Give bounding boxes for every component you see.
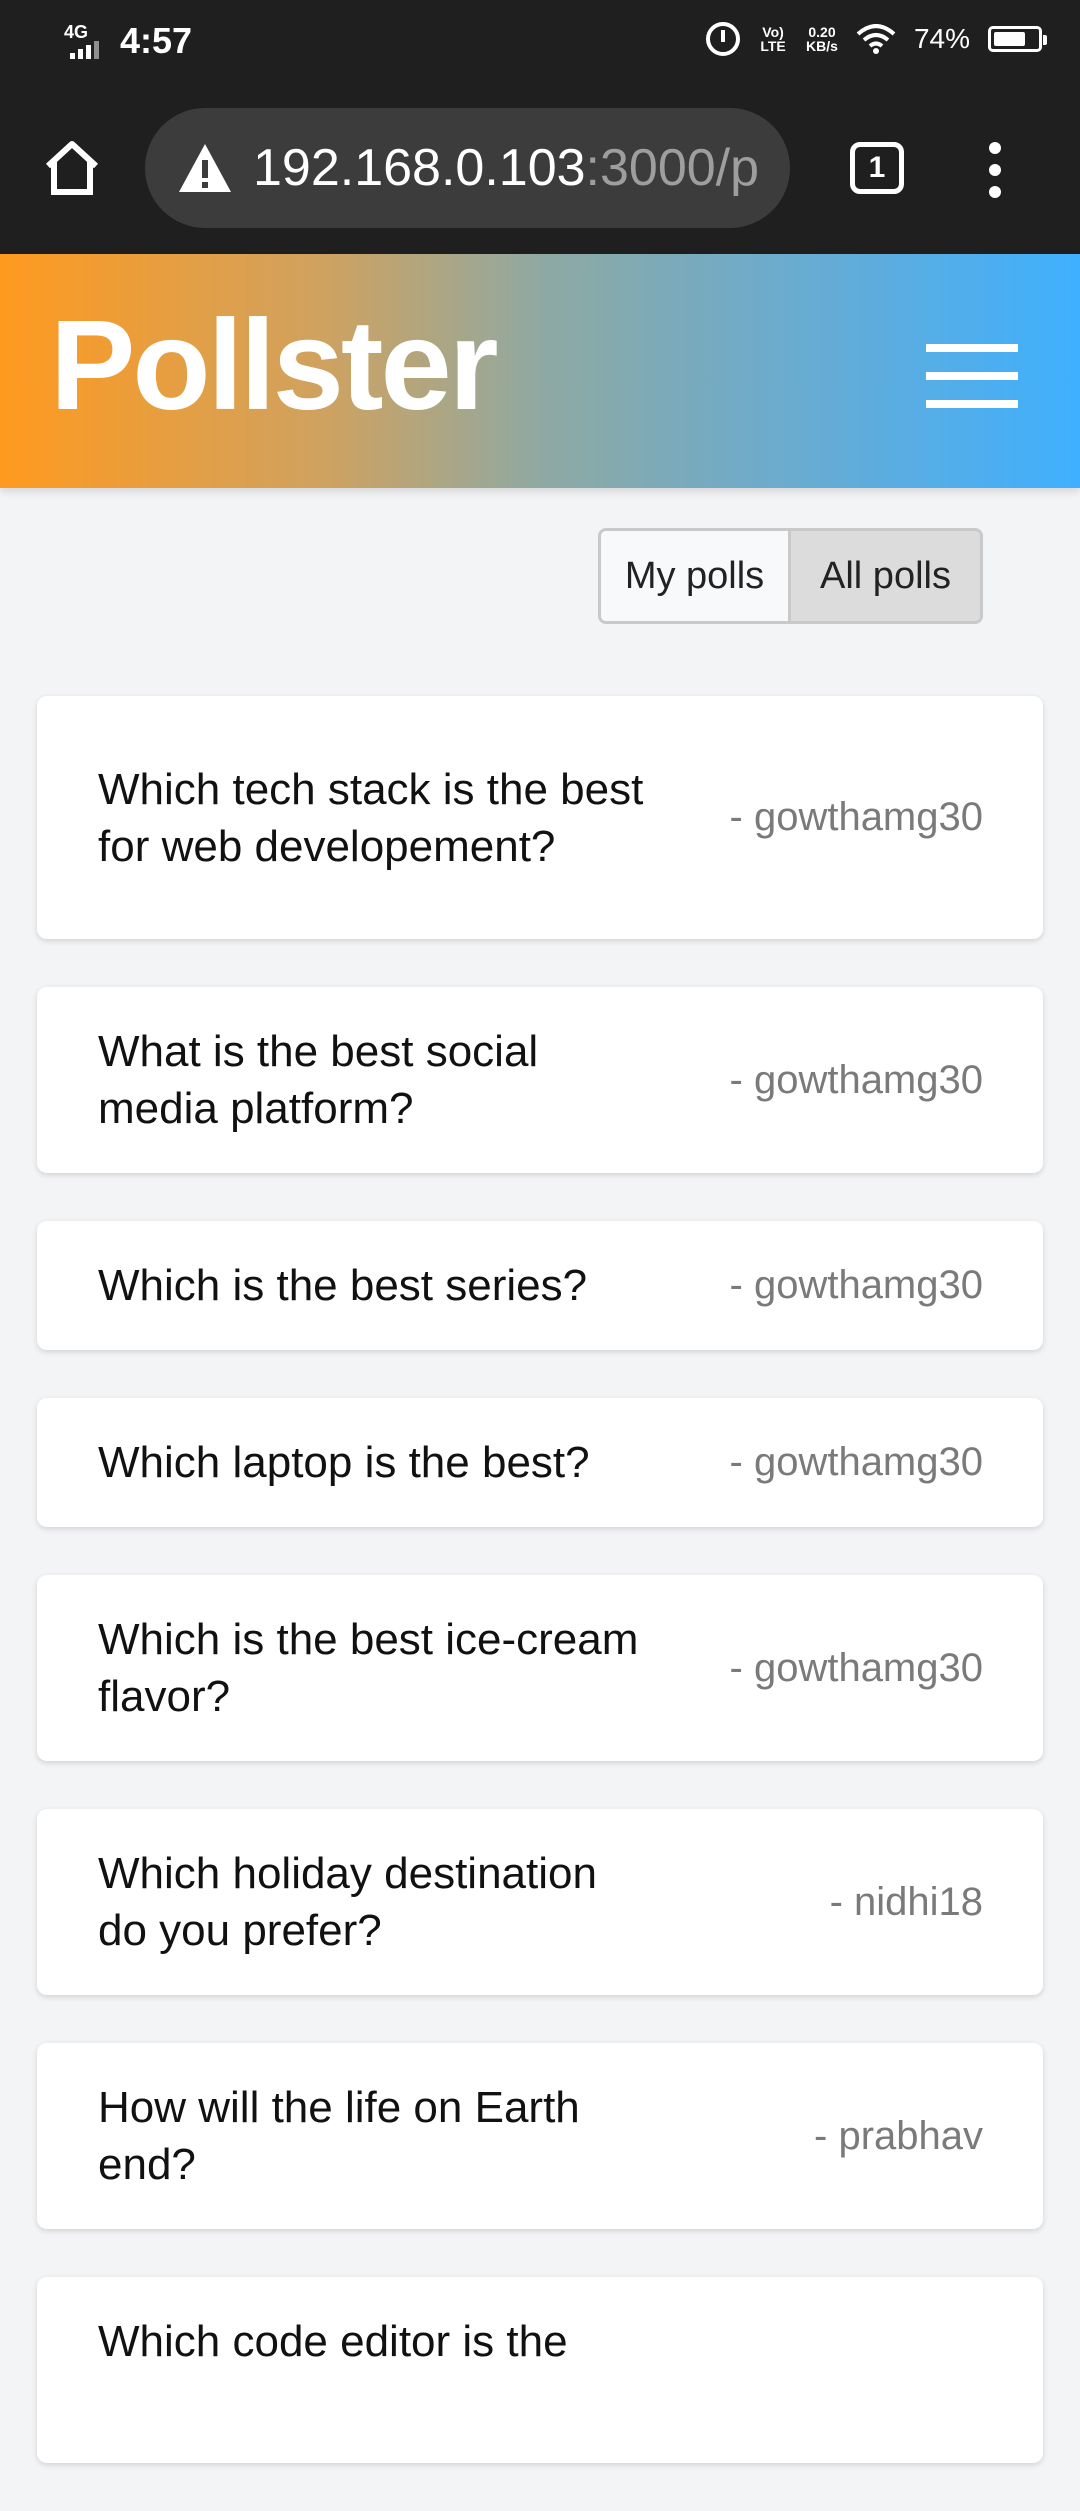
poll-author: - gowthamg30 bbox=[729, 1263, 983, 1307]
status-left: 4G 4:57 bbox=[64, 20, 192, 62]
wifi-icon bbox=[856, 24, 896, 54]
poll-card[interactable]: Which holiday destination do you prefer?… bbox=[37, 1809, 1043, 1995]
poll-question: Which holiday destination do you prefer? bbox=[98, 1849, 597, 1955]
home-icon[interactable] bbox=[40, 136, 104, 200]
poll-list: Which tech stack is the best for web dev… bbox=[37, 696, 1043, 2511]
network-type: 4G bbox=[64, 22, 89, 42]
poll-card[interactable]: Which code editor is the bbox=[37, 2277, 1043, 2463]
hamburger-menu-icon[interactable] bbox=[926, 344, 1018, 408]
poll-card[interactable]: How will the life on Earth end? - prabha… bbox=[37, 2043, 1043, 2229]
poll-card[interactable]: Which is the best series? - gowthamg30 bbox=[37, 1221, 1043, 1350]
network-speed-value: 0.20 bbox=[808, 24, 836, 40]
poll-question: Which is the best ice-cream flavor? bbox=[98, 1615, 639, 1721]
url-host: 192.168.0.103 bbox=[253, 139, 586, 197]
url-text[interactable]: 192.168.0.103:3000/p bbox=[253, 138, 773, 198]
poll-card[interactable]: Which is the best ice-cream flavor? - go… bbox=[37, 1575, 1043, 1761]
browser-toolbar: 192.168.0.103:3000/p 1 bbox=[0, 86, 1080, 254]
poll-question: What is the best social media platform? bbox=[98, 1027, 539, 1133]
battery-fill bbox=[994, 32, 1025, 46]
signal-icon: 4G bbox=[64, 21, 108, 61]
poll-author: - nidhi18 bbox=[829, 1879, 983, 1924]
status-bar: 4G 4:57 Vo) LTE 0.20 KB/s 74% bbox=[0, 0, 1080, 86]
poll-question: Which tech stack is the best for web dev… bbox=[98, 764, 644, 871]
poll-card[interactable]: Which laptop is the best? - gowthamg30 bbox=[37, 1398, 1043, 1527]
poll-filter-toggle: My polls All polls bbox=[598, 528, 983, 624]
poll-card[interactable]: What is the best social media platform? … bbox=[37, 987, 1043, 1173]
alarm-icon bbox=[706, 22, 741, 56]
url-path: :3000/p bbox=[585, 139, 760, 197]
address-bar[interactable]: 192.168.0.103:3000/p bbox=[145, 108, 790, 228]
volte-icon: Vo) LTE bbox=[760, 24, 786, 54]
all-polls-button[interactable]: All polls bbox=[791, 531, 980, 621]
app-header: Pollster bbox=[0, 254, 1080, 488]
network-speed-unit: KB/s bbox=[806, 38, 838, 54]
warning-icon[interactable] bbox=[177, 142, 233, 194]
battery-percent: 74% bbox=[913, 23, 970, 54]
poll-question: Which code editor is the bbox=[98, 2317, 568, 2366]
status-right: Vo) LTE 0.20 KB/s 74% bbox=[706, 22, 1047, 56]
status-time: 4:57 bbox=[120, 20, 193, 61]
poll-author: - gowthamg30 bbox=[729, 1057, 983, 1102]
poll-author: - gowthamg30 bbox=[729, 1440, 983, 1484]
poll-card[interactable]: Which tech stack is the best for web dev… bbox=[37, 696, 1043, 939]
poll-author: - gowthamg30 bbox=[729, 795, 983, 839]
battery-icon bbox=[988, 26, 1047, 52]
poll-question: How will the life on Earth end? bbox=[98, 2083, 580, 2189]
poll-author: - gowthamg30 bbox=[729, 1645, 983, 1690]
tab-switcher-button[interactable]: 1 bbox=[850, 142, 904, 194]
my-polls-button[interactable]: My polls bbox=[601, 531, 791, 621]
brand-logo[interactable]: Pollster bbox=[50, 295, 498, 437]
poll-question: Which is the best series? bbox=[98, 1261, 588, 1310]
poll-author: - prabhav bbox=[814, 2113, 983, 2158]
network-speed: 0.20 KB/s bbox=[806, 25, 838, 53]
more-options-icon[interactable] bbox=[985, 142, 1005, 198]
poll-question: Which laptop is the best? bbox=[98, 1438, 590, 1487]
